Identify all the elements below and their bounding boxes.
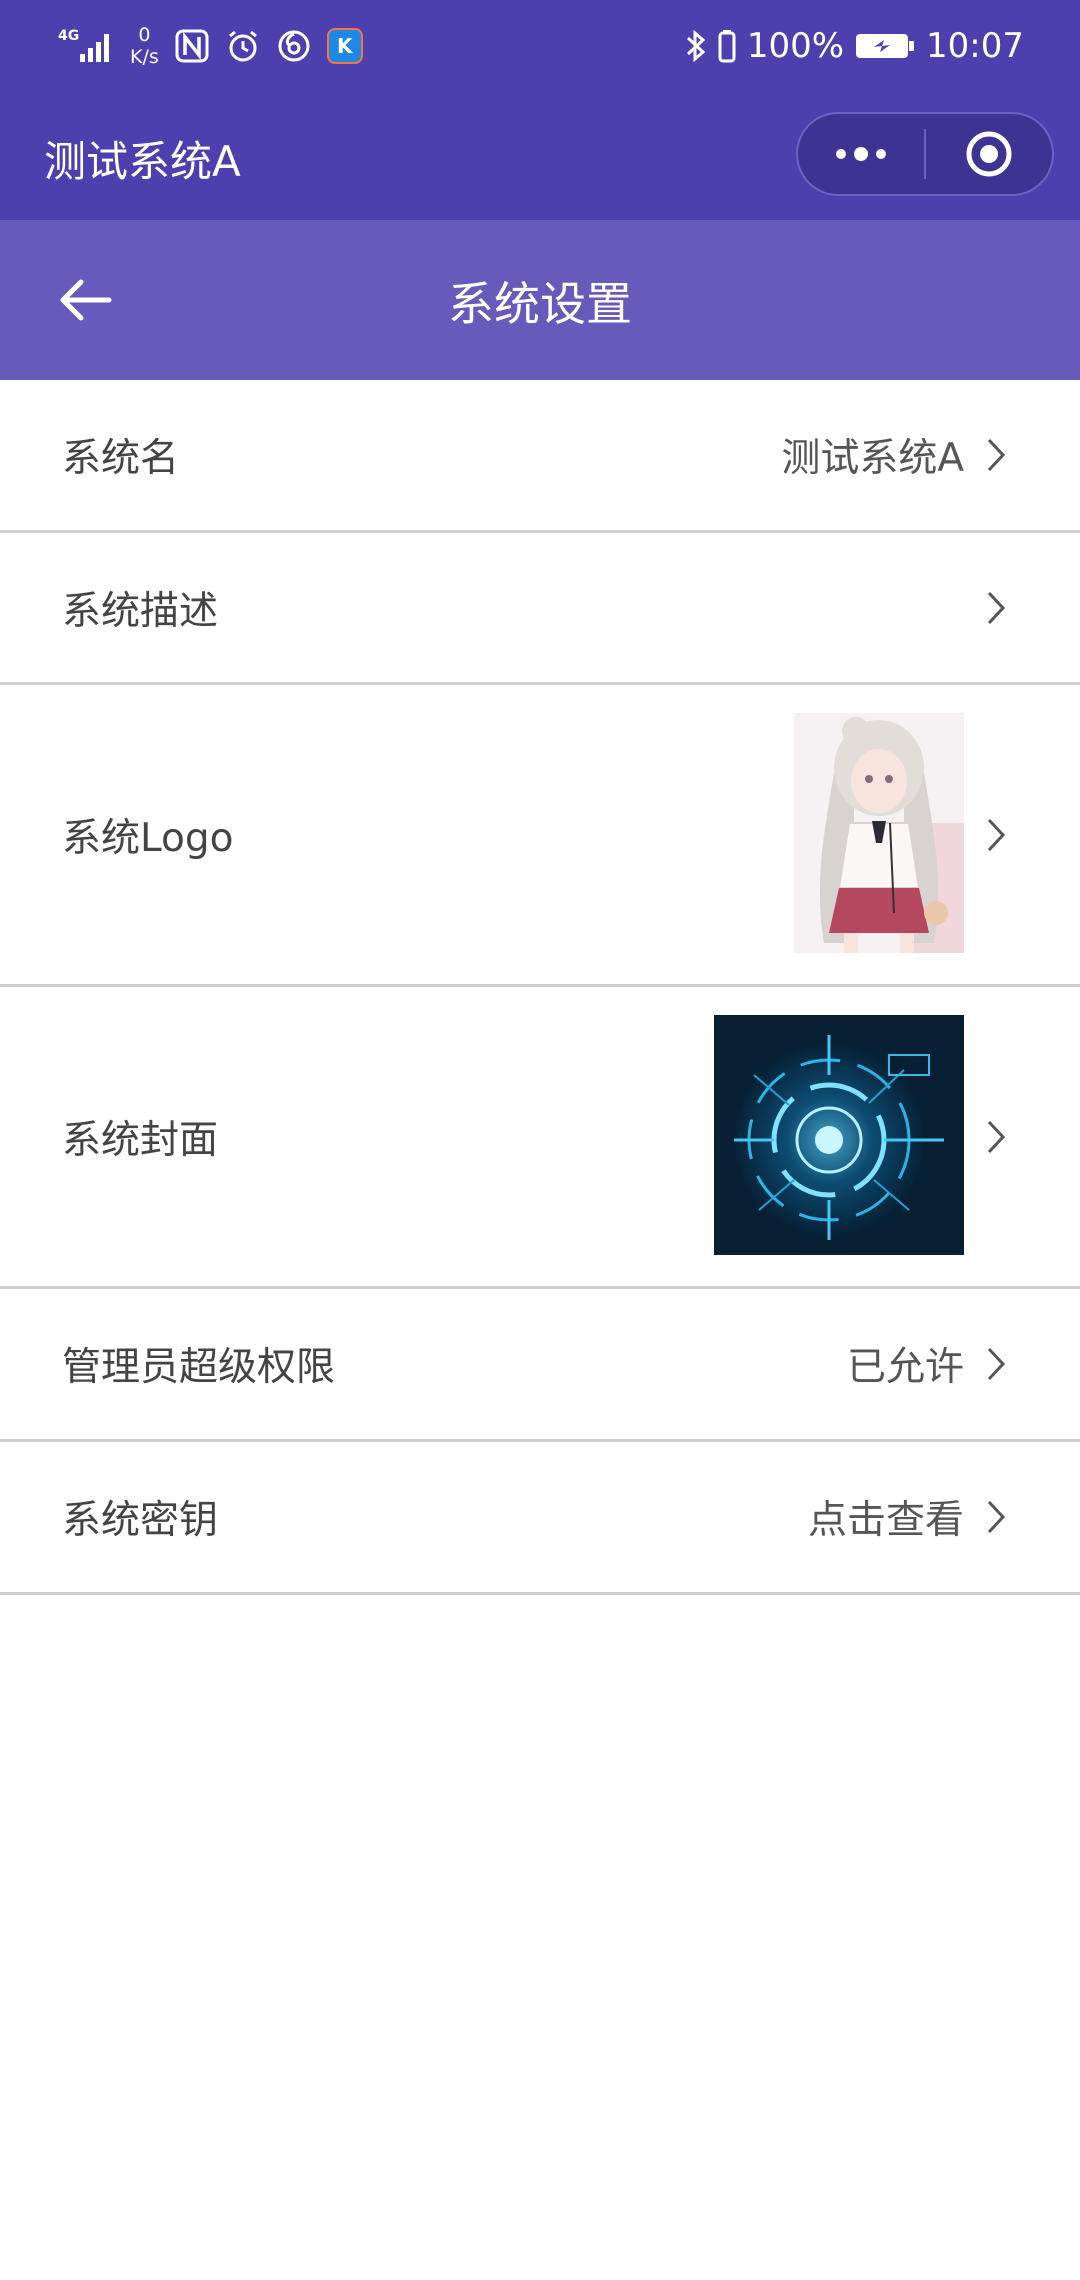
setting-right: 测试系统A	[781, 427, 1010, 483]
chevron-right-icon	[986, 435, 1010, 475]
setting-row-system-description[interactable]: 系统描述	[0, 533, 1080, 685]
setting-label: 系统密钥	[62, 1498, 219, 1543]
setting-right	[794, 712, 1010, 957]
status-bar: 4G 0 K/s K 100% 10:07	[0, 0, 1080, 92]
music-app-icon	[277, 29, 311, 63]
battery-charging-icon	[854, 30, 916, 62]
setting-value: 已允许	[846, 1345, 964, 1390]
clock-time: 10:07	[926, 26, 1024, 66]
more-dots-icon	[836, 147, 886, 161]
cover-image[interactable]	[714, 1014, 964, 1259]
status-left: 4G 0 K/s K	[58, 24, 363, 68]
setting-row-system-key[interactable]: 系统密钥 点击查看	[0, 1442, 1080, 1595]
setting-label: 系统Logo	[62, 815, 234, 861]
capsule-menu	[796, 112, 1054, 196]
nfc-icon	[175, 29, 209, 63]
setting-right: 已允许	[847, 1336, 1010, 1392]
network-label: 4G	[58, 28, 79, 44]
settings-list: 系统名 测试系统A 系统描述 系统Logo 系统封面 管理员超级权限 已允许 系…	[0, 380, 1080, 1595]
status-right: 100% 10:07	[685, 26, 1024, 66]
page-header: 系统设置	[0, 220, 1080, 380]
setting-row-system-logo[interactable]: 系统Logo	[0, 685, 1080, 987]
network-speed: 0 K/s	[130, 24, 159, 68]
setting-right	[714, 1014, 1010, 1259]
logo-image[interactable]	[794, 712, 964, 957]
speed-unit: K/s	[130, 46, 159, 68]
kugou-app-icon: K	[326, 28, 363, 64]
battery-percent: 100%	[746, 26, 845, 66]
signal-icon: 4G	[58, 26, 114, 66]
setting-label: 系统描述	[62, 588, 219, 634]
speed-value: 0	[138, 24, 151, 46]
setting-label: 管理员超级权限	[62, 1345, 336, 1390]
mini-program-title: 测试系统A	[44, 137, 241, 186]
chevron-right-icon	[986, 588, 1010, 628]
setting-row-system-cover[interactable]: 系统封面	[0, 987, 1080, 1289]
chevron-right-icon	[986, 1117, 1010, 1157]
setting-value: 测试系统A	[781, 436, 964, 481]
chevron-right-icon	[986, 1344, 1010, 1384]
more-button[interactable]	[798, 114, 924, 194]
setting-value: 点击查看	[807, 1498, 964, 1543]
setting-row-system-name[interactable]: 系统名 测试系统A	[0, 380, 1080, 533]
alarm-icon	[225, 28, 261, 64]
bluetooth-icon	[685, 28, 707, 64]
setting-label: 系统封面	[62, 1117, 219, 1163]
setting-right: 点击查看	[808, 1489, 1010, 1545]
mini-program-nav: 测试系统A	[0, 92, 1080, 220]
close-mini-program-button[interactable]	[926, 114, 1052, 194]
target-circle-icon	[966, 131, 1012, 177]
chevron-right-icon	[986, 815, 1010, 855]
chevron-right-icon	[986, 1497, 1010, 1537]
page-title: 系统设置	[448, 277, 632, 331]
setting-row-admin-super-permission[interactable]: 管理员超级权限 已允许	[0, 1289, 1080, 1442]
setting-right	[964, 588, 1010, 628]
vibrate-battery-icon	[717, 29, 737, 63]
setting-label: 系统名	[62, 436, 180, 481]
